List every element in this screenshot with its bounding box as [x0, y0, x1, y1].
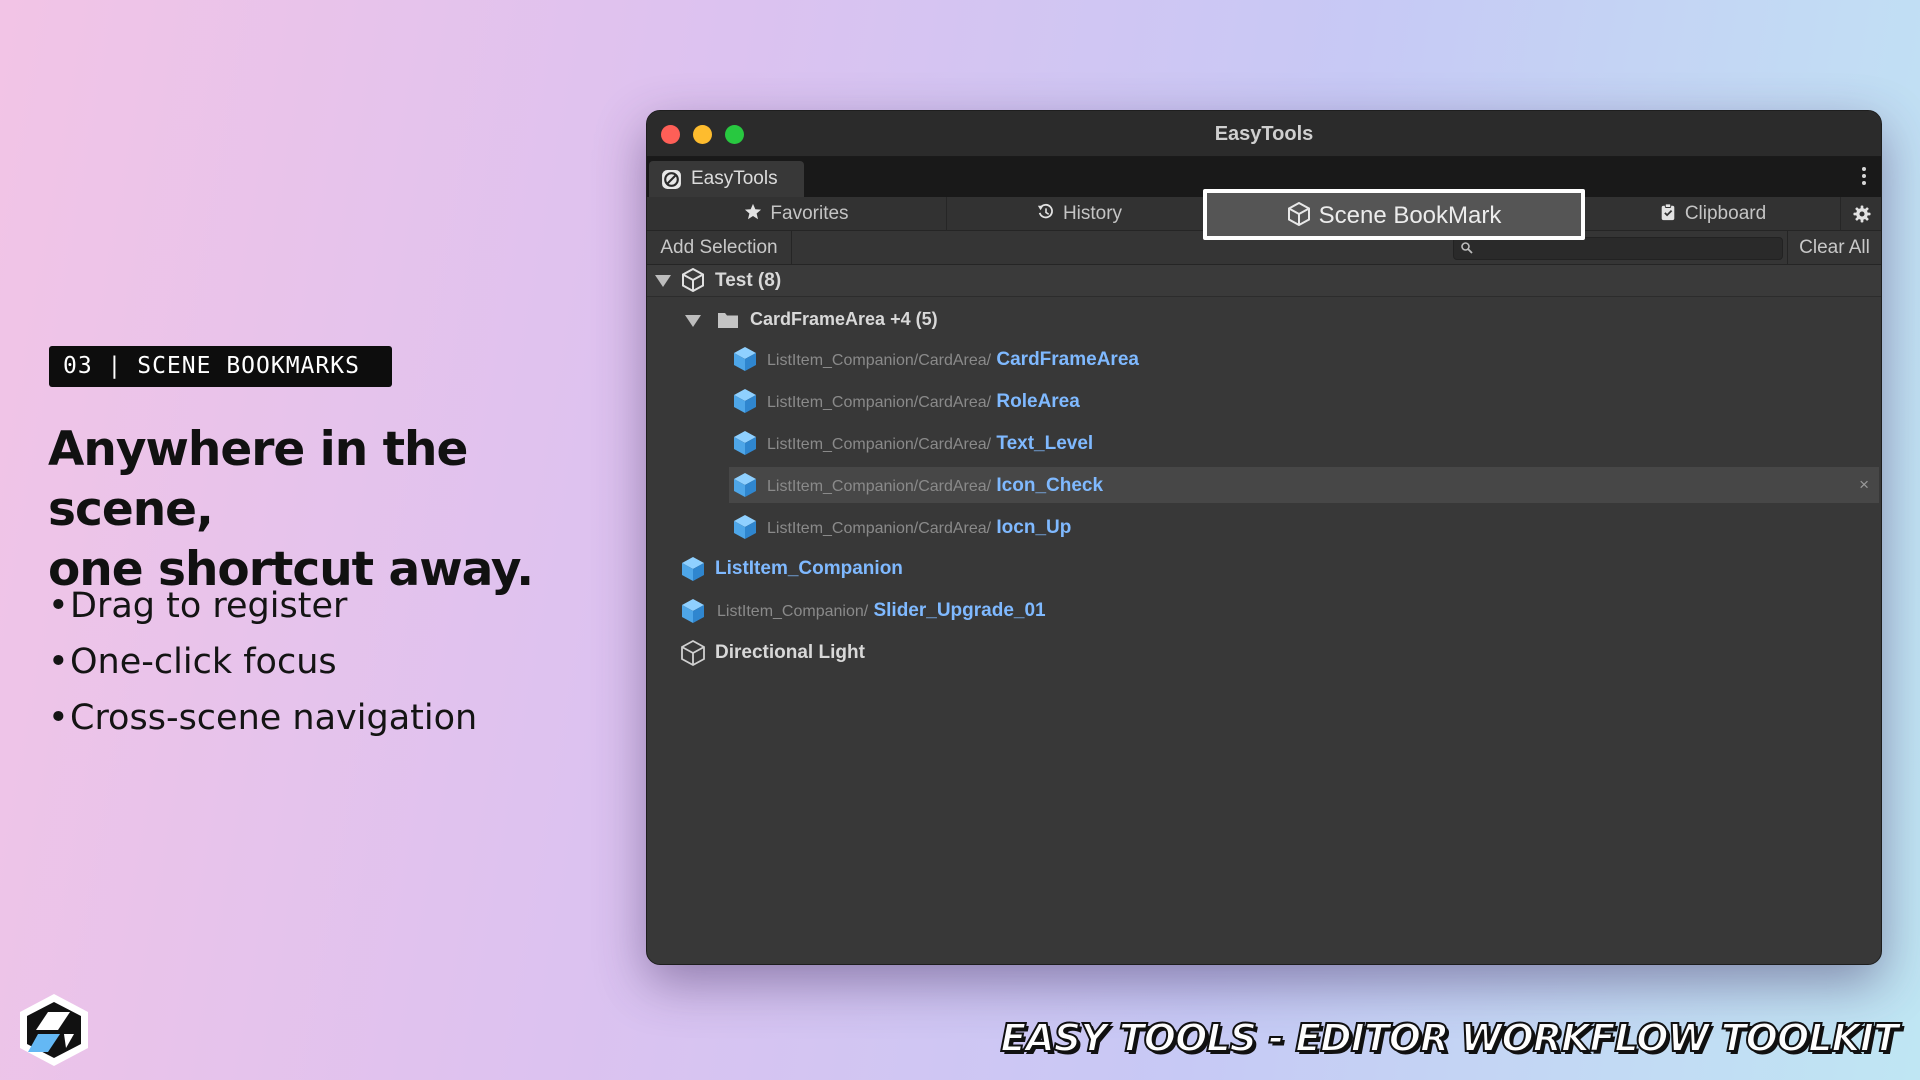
tab-scene-bookmark[interactable]: Scene BookMark — [1203, 189, 1585, 240]
tab-clipboard-label: Clipboard — [1684, 203, 1767, 224]
bullet-glyph: • — [48, 642, 69, 682]
star-icon — [745, 203, 762, 220]
bookmark-item[interactable]: Directional Light — [647, 635, 1881, 671]
feature-item: •One-click focus — [48, 634, 477, 690]
bookmark-name: Directional Light — [715, 642, 865, 663]
tab-history[interactable]: History — [947, 197, 1213, 231]
tree-group-label: CardFrameArea +4 (5) — [750, 309, 938, 329]
bookmark-name: Iocn_Up — [996, 517, 1072, 538]
prefab-cube-icon — [682, 557, 704, 581]
feature-text: Drag to register — [70, 586, 348, 626]
bookmark-item[interactable]: ListItem_Companion/CardArea/ Text_Level — [647, 425, 1881, 461]
settings-button[interactable] — [1841, 197, 1881, 231]
more-vert-icon[interactable] — [1861, 165, 1867, 189]
tab-history-label: History — [1062, 203, 1123, 224]
feature-text: One-click focus — [70, 642, 337, 682]
bookmark-path: ListItem_Companion/CardArea/ — [767, 352, 992, 369]
tab-clipboard[interactable]: Clipboard — [1585, 197, 1841, 231]
bookmark-name: Icon_Check — [996, 475, 1104, 496]
tree-root-label: Test (8) — [715, 270, 782, 291]
prefab-cube-icon — [734, 389, 756, 413]
document-tab-label: EasyTools — [691, 168, 778, 189]
prefab-cube-icon — [734, 473, 756, 497]
easytools-window: EasyTools EasyTools Favorites History Sc… — [646, 110, 1882, 965]
bookmark-name: ListItem_Companion — [715, 558, 903, 579]
feature-text: Cross-scene navigation — [70, 698, 478, 738]
document-tab-easytools[interactable]: EasyTools — [649, 161, 804, 197]
clipboard-icon — [1661, 203, 1675, 221]
bookmark-item[interactable]: ListItem_Companion/CardArea/ Iocn_Up — [647, 509, 1881, 545]
bookmark-item[interactable]: ListItem_Companion/CardArea/ CardFrameAr… — [647, 341, 1881, 377]
search-icon — [1461, 242, 1473, 254]
close-icon[interactable]: × — [1859, 475, 1869, 495]
feature-item: •Cross-scene navigation — [48, 690, 477, 746]
bookmark-name: RoleArea — [996, 391, 1080, 412]
expand-arrow-icon[interactable] — [655, 275, 671, 287]
feature-list: •Drag to register •One-click focus •Cros… — [48, 578, 477, 746]
headline: Anywhere in the scene, one shortcut away… — [48, 420, 638, 600]
unity-icon — [1287, 202, 1310, 227]
tree-group-row[interactable]: CardFrameArea +4 (5) — [647, 301, 1881, 337]
history-icon — [1037, 203, 1053, 219]
tab-favorites[interactable]: Favorites — [647, 197, 947, 231]
tool-tabs: Favorites History Scene BookMark Clipboa… — [647, 189, 1881, 240]
section-tag: 03 | SCENE BOOKMARKS — [49, 346, 392, 387]
bookmark-item-selected[interactable]: ListItem_Companion/CardArea/ Icon_Check … — [729, 467, 1879, 503]
clear-all-button[interactable]: Clear All — [1787, 231, 1881, 265]
gameobject-cube-icon — [681, 639, 705, 667]
search-input[interactable] — [1453, 237, 1783, 260]
bookmark-name: Text_Level — [996, 433, 1094, 454]
bookmark-path: ListItem_Companion/CardArea/ — [767, 436, 992, 453]
headline-line-1: Anywhere in the scene, — [48, 422, 468, 537]
brand-logo-icon — [20, 994, 88, 1066]
bookmark-item[interactable]: ListItem_Companion/CardArea/ RoleArea — [647, 383, 1881, 419]
prefab-cube-icon — [734, 431, 756, 455]
folder-icon — [718, 313, 738, 328]
prefab-cube-icon — [734, 347, 756, 371]
expand-arrow-icon[interactable] — [685, 315, 701, 327]
bookmark-path: ListItem_Companion/CardArea/ — [767, 520, 992, 537]
bullet-glyph: • — [48, 586, 69, 626]
tab-favorites-label: Favorites — [770, 203, 849, 224]
add-selection-button[interactable]: Add Selection — [647, 231, 792, 265]
window-title: EasyTools — [1214, 123, 1314, 145]
bookmark-path: ListItem_Companion/CardArea/ — [767, 394, 992, 411]
prefab-cube-icon — [682, 599, 704, 623]
bookmark-item[interactable]: ListItem_Companion — [647, 551, 1881, 587]
bookmark-item[interactable]: ListItem_Companion/ Slider_Upgrade_01 — [647, 593, 1881, 629]
easytools-logo-icon — [662, 170, 681, 189]
bookmark-name: CardFrameArea — [996, 349, 1139, 370]
prefab-cube-icon — [734, 515, 756, 539]
bullet-glyph: • — [48, 698, 69, 738]
title-bar[interactable]: EasyTools — [647, 111, 1881, 157]
gear-icon — [1853, 205, 1871, 223]
tree-root-row[interactable]: Test (8) — [647, 265, 1881, 297]
unity-icon — [682, 268, 704, 292]
bookmark-name: Slider_Upgrade_01 — [873, 600, 1046, 621]
feature-item: •Drag to register — [48, 578, 477, 634]
bookmark-path: ListItem_Companion/ — [717, 603, 869, 620]
footer-title: EASY TOOLS - EDITOR WORKFLOW TOOLKIT — [999, 1015, 1900, 1061]
bookmark-path: ListItem_Companion/CardArea/ — [767, 478, 992, 495]
tab-scene-bookmark-label: Scene BookMark — [1318, 202, 1502, 229]
